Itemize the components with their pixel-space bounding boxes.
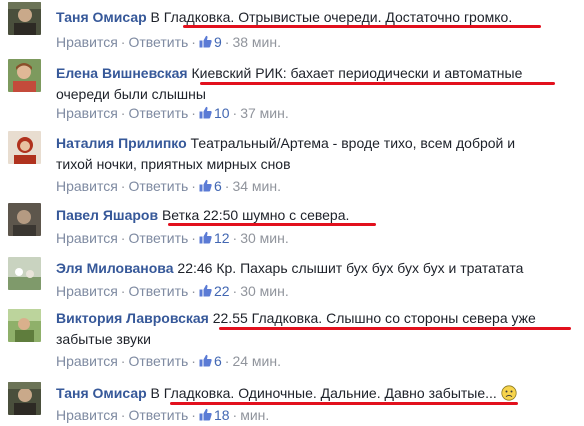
timestamp[interactable]: мин. xyxy=(240,407,269,423)
like-link[interactable]: Нравится xyxy=(56,407,118,423)
comment-text-cont: очереди были слышны xyxy=(56,86,206,102)
avatar[interactable] xyxy=(8,2,41,35)
thumbs-up-icon xyxy=(199,106,212,119)
annotation-underline xyxy=(219,327,571,330)
timestamp[interactable]: 38 мин. xyxy=(232,34,281,50)
comment-text: Театральный/Артема - вроде тихо, всем до… xyxy=(190,135,516,151)
thumbs-up-icon xyxy=(199,179,212,192)
comment-body: Таня Омисар В Гладковка. Одиночные. Даль… xyxy=(56,383,576,404)
comment-body: Наталия Прилипко Театральный/Артема - вр… xyxy=(56,133,576,175)
comment-text: 22:46 Кр. Пахарь слышит бух бух бух бух … xyxy=(177,260,524,276)
reply-link[interactable]: Ответить xyxy=(128,34,188,50)
reply-link[interactable]: Ответить xyxy=(128,353,188,369)
like-link[interactable]: Нравится xyxy=(56,34,118,50)
reply-link[interactable]: Ответить xyxy=(128,105,188,121)
like-link[interactable]: Нравится xyxy=(56,283,118,299)
thumbs-up-icon xyxy=(199,231,212,244)
author-name[interactable]: Таня Омисар xyxy=(56,385,147,401)
timestamp[interactable]: 24 мин. xyxy=(232,353,281,369)
avatar[interactable] xyxy=(8,309,41,342)
thumbs-up-icon xyxy=(199,408,212,421)
avatar[interactable] xyxy=(8,59,41,92)
author-name[interactable]: Эля Милованова xyxy=(56,260,174,276)
reply-link[interactable]: Ответить xyxy=(128,407,188,423)
annotation-underline xyxy=(183,25,541,28)
comment-actions: Нравится · Ответить · 9 · 38 мин. xyxy=(56,34,281,50)
like-count[interactable]: 10 xyxy=(199,105,230,121)
comment-actions: Нравится · Ответить · 6 · 24 мин. xyxy=(56,353,281,369)
comment-actions: Нравится · Ответить · 18 · мин. xyxy=(56,407,270,423)
like-count[interactable]: 22 xyxy=(199,283,230,299)
author-name[interactable]: Елена Вишневская xyxy=(56,65,188,81)
like-count[interactable]: 9 xyxy=(199,34,222,50)
like-count[interactable]: 6 xyxy=(199,178,222,194)
like-count[interactable]: 6 xyxy=(199,353,222,369)
like-link[interactable]: Нравится xyxy=(56,105,118,121)
timestamp[interactable]: 37 мин. xyxy=(240,105,289,121)
comment-body: Эля Милованова 22:46 Кр. Пахарь слышит б… xyxy=(56,258,576,279)
comment-actions: Нравится · Ответить · 12 · 30 мин. xyxy=(56,230,289,246)
thumbs-up-icon xyxy=(199,35,212,48)
comment-text: 22.55 Гладковка. Слышно со стороны север… xyxy=(212,310,536,326)
author-name[interactable]: Виктория Лавровская xyxy=(56,310,209,326)
comment-actions: Нравится · Ответить · 22 · 30 мин. xyxy=(56,283,289,299)
like-count[interactable]: 12 xyxy=(199,230,230,246)
timestamp[interactable]: 30 мин. xyxy=(240,283,289,299)
avatar[interactable] xyxy=(8,257,41,290)
sad-face-emoji-icon xyxy=(501,385,517,401)
like-link[interactable]: Нравится xyxy=(56,230,118,246)
comment-text: Ветка 22:50 шумно с севера. xyxy=(161,207,350,223)
comment-text: Киевский РИК: бахает периодически и авто… xyxy=(191,65,523,81)
annotation-underline xyxy=(170,402,518,405)
thumbs-up-icon xyxy=(199,284,212,297)
like-link[interactable]: Нравится xyxy=(56,178,118,194)
avatar[interactable] xyxy=(8,203,41,236)
comment-text-cont: забытые звуки xyxy=(56,331,151,347)
avatar[interactable] xyxy=(8,131,41,164)
annotation-underline xyxy=(200,82,555,85)
reply-link[interactable]: Ответить xyxy=(128,283,188,299)
author-name[interactable]: Павел Яшаров xyxy=(56,207,158,223)
timestamp[interactable]: 30 мин. xyxy=(240,230,289,246)
thumbs-up-icon xyxy=(199,354,212,367)
comment-text: В Гладковка. Одиночные. Дальние. Давно з… xyxy=(150,385,497,401)
annotation-underline xyxy=(168,223,376,226)
comment-actions: Нравится · Ответить · 6 · 34 мин. xyxy=(56,178,281,194)
comment-actions: Нравится · Ответить · 10 · 37 мин. xyxy=(56,105,289,121)
author-name[interactable]: Таня Омисар xyxy=(56,9,147,25)
comment-text-cont: тихой ночки, приятных мирных снов xyxy=(56,156,291,172)
like-count[interactable]: 18 xyxy=(199,407,230,423)
timestamp[interactable]: 34 мин. xyxy=(232,178,281,194)
comment-text: В Гладковка. Отрывистые очереди. Достато… xyxy=(150,9,513,25)
avatar[interactable] xyxy=(8,382,41,415)
author-name[interactable]: Наталия Прилипко xyxy=(56,135,187,151)
reply-link[interactable]: Ответить xyxy=(128,178,188,194)
reply-link[interactable]: Ответить xyxy=(128,230,188,246)
like-link[interactable]: Нравится xyxy=(56,353,118,369)
